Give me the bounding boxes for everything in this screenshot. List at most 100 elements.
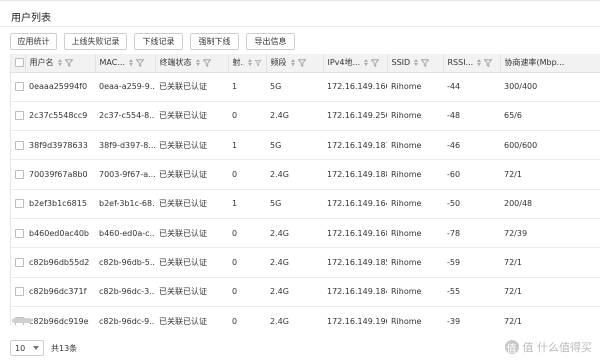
row-checkbox[interactable] — [15, 228, 24, 238]
sort-icon[interactable] — [195, 59, 200, 67]
table-row[interactable]: c82b96dc371f c82b-96dc-3... 已关联已认证 0 2.4G 172… — [11, 277, 600, 307]
table-row[interactable]: 2c37c5548cc9 2c37-c554-8... 已关联已认证 0 2.4G 172… — [11, 101, 600, 132]
sort-icon[interactable] — [290, 59, 295, 67]
sort-icon[interactable] — [477, 59, 482, 67]
offline-log-button[interactable]: 下线记录 — [134, 33, 183, 50]
table-row[interactable]: b2ef3b1c6815 b2ef-3b1c-68... 已关联已认证 1 5G 172.… — [11, 189, 600, 219]
select-all-checkbox[interactable] — [15, 58, 24, 68]
row-select-cell — [11, 277, 25, 307]
cell-username: b460ed0ac40b — [25, 218, 95, 249]
cell-rssi: -60 — [443, 159, 500, 190]
cell-negotiated-rate: 72/1 — [500, 277, 600, 307]
cell-rssi: -48 — [443, 101, 500, 132]
page-size-select[interactable]: 10 — [10, 340, 44, 356]
row-checkbox[interactable] — [15, 82, 24, 92]
filter-icon[interactable] — [484, 59, 493, 67]
user-table: 用户名 MAC... 终端状态 射... 频段 IPv4地... SSID RS… — [10, 54, 600, 325]
table-row[interactable]: 0eaaa25994f0 0eaa-a259-9... 已关联已认证 1 5G 172.1… — [11, 72, 600, 102]
cell-terminal-status: 已关联已认证 — [155, 189, 228, 219]
filter-icon[interactable] — [202, 59, 211, 67]
row-checkbox[interactable] — [15, 170, 24, 180]
cell-terminal-status: 已关联已认证 — [155, 72, 228, 102]
sort-icon[interactable] — [57, 59, 62, 67]
table-body: 0eaaa25994f0 0eaa-a259-9... 已关联已认证 1 5G 172.1… — [11, 72, 600, 325]
filter-icon[interactable] — [64, 59, 73, 67]
row-checkbox[interactable] — [15, 257, 24, 267]
col-rssi[interactable]: RSSI... — [443, 54, 501, 73]
cell-terminal-status: 已关联已认证 — [155, 247, 228, 278]
cell-ssid: Rihome — [387, 218, 443, 249]
cell-negotiated-rate: 72/1 — [500, 159, 600, 190]
watermark: 值 值 什么值得买 — [504, 339, 593, 355]
cell-ipv4: 172.16.149.181 — [323, 130, 387, 161]
row-checkbox[interactable] — [15, 199, 24, 209]
cell-radio: 0 — [228, 306, 266, 325]
cell-rssi: -44 — [443, 72, 500, 102]
top-divider — [0, 0, 600, 1]
row-checkbox[interactable] — [15, 111, 24, 121]
cell-band: 2.4G — [266, 247, 323, 278]
cell-mac: c82b-96dc-9... — [95, 306, 155, 325]
cell-username: c82b96db55d2 — [25, 247, 95, 278]
filter-icon[interactable] — [421, 59, 430, 67]
cell-terminal-status: 已关联已认证 — [155, 218, 228, 249]
cell-radio: 0 — [228, 159, 266, 190]
cell-band: 5G — [266, 130, 323, 161]
row-select-cell — [11, 130, 25, 161]
col-band[interactable]: 频段 — [266, 54, 324, 73]
cell-ssid: Rihome — [387, 130, 443, 161]
table-row[interactable]: b460ed0ac40b b460-ed0a-c... 已关联已认证 0 2.4G 172… — [11, 218, 600, 249]
cell-rssi: -59 — [443, 247, 500, 278]
col-mac[interactable]: MAC... — [95, 54, 156, 73]
cell-band: 2.4G — [266, 306, 323, 325]
online-failure-log-button[interactable]: 上线失败记录 — [64, 33, 127, 50]
horizontal-scrollbar[interactable] — [12, 318, 32, 323]
cell-ipv4: 172.16.149.185 — [323, 247, 387, 278]
sort-icon[interactable] — [248, 59, 253, 67]
cell-username: 70039f67a8b0 — [25, 159, 95, 190]
cell-negotiated-rate: 72/1 — [500, 247, 600, 278]
row-select-cell — [11, 247, 25, 278]
cell-username: 38f9d3978633 — [25, 130, 95, 161]
table-row[interactable]: 38f9d3978633 38f9-d397-8... 已关联已认证 1 5G 172.1… — [11, 130, 600, 161]
export-info-button[interactable]: 导出信息 — [246, 33, 295, 50]
app-stats-button[interactable]: 应用统计 — [10, 33, 57, 50]
cell-radio: 1 — [228, 130, 266, 161]
cell-username: c82b96dc371f — [25, 277, 95, 307]
col-username[interactable]: 用户名 — [25, 54, 96, 73]
cell-ssid: Rihome — [387, 72, 443, 102]
cell-rssi: -46 — [443, 130, 500, 161]
pagination: 10 共13条 — [10, 340, 77, 356]
sort-icon[interactable] — [414, 59, 419, 67]
col-ipv4[interactable]: IPv4地... — [323, 54, 388, 73]
cell-ipv4: 172.16.149.250 — [323, 101, 387, 132]
cell-band: 2.4G — [266, 101, 323, 132]
filter-icon[interactable] — [255, 59, 262, 67]
col-negotiated-rate[interactable]: 协商速率(Mbp... — [500, 54, 600, 73]
filter-icon[interactable] — [371, 59, 380, 67]
sort-icon[interactable] — [128, 59, 133, 67]
table-row[interactable]: c82b96dc919e c82b-96dc-9... 已关联已认证 0 2.4G 172… — [11, 306, 600, 325]
col-radio[interactable]: 射... — [228, 54, 267, 73]
cell-terminal-status: 已关联已认证 — [155, 277, 228, 307]
sort-icon[interactable] — [364, 59, 369, 67]
cell-mac: c82b-96db-5... — [95, 247, 155, 278]
cell-ssid: Rihome — [387, 277, 443, 307]
cell-ipv4: 172.16.149.164 — [323, 189, 387, 219]
cell-mac: 7003-9f67-a... — [95, 159, 155, 190]
table-row[interactable]: 70039f67a8b0 7003-9f67-a... 已关联已认证 0 2.4G 172… — [11, 159, 600, 190]
toolbar: 应用统计 上线失败记录 下线记录 强制下线 导出信息 — [10, 33, 302, 50]
col-terminal-status[interactable]: 终端状态 — [155, 54, 229, 73]
col-ssid[interactable]: SSID — [387, 54, 444, 73]
row-checkbox[interactable] — [15, 140, 24, 150]
cell-ipv4: 172.16.149.188 — [323, 159, 387, 190]
filter-icon[interactable] — [135, 59, 144, 67]
table-row[interactable]: c82b96db55d2 c82b-96db-5... 已关联已认证 0 2.4G 172… — [11, 247, 600, 278]
watermark-text: 值 什么值得买 — [522, 341, 593, 354]
row-select-cell — [11, 218, 25, 249]
row-checkbox[interactable] — [15, 287, 24, 297]
filter-icon[interactable] — [297, 59, 306, 67]
force-offline-button[interactable]: 强制下线 — [190, 33, 239, 50]
cell-rssi: -55 — [443, 277, 500, 307]
cell-username: c82b96dc919e — [25, 306, 95, 325]
